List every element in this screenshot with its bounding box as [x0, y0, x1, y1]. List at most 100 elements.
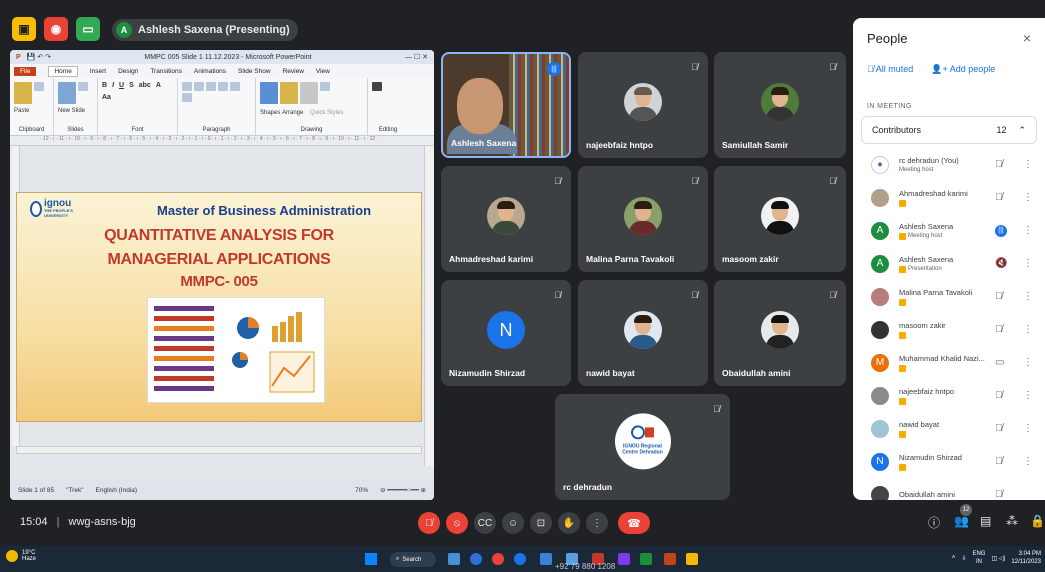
- group-font: B I U Sabc A Aa Font: [98, 78, 178, 135]
- layout-icon[interactable]: [78, 82, 88, 91]
- chevron-up-icon[interactable]: ˄: [952, 555, 956, 561]
- browser-icon[interactable]: [514, 553, 526, 565]
- new-slide-icon[interactable]: [58, 82, 76, 104]
- person-name: Obaidullah amini: [899, 490, 955, 499]
- excel-icon[interactable]: [640, 553, 652, 565]
- tile-nizamudin-shirzad[interactable]: 🎙̸ N Nizamudin Shirzad: [441, 280, 571, 386]
- top-bar: ▣ ◉ ▭ A Ashlesh Saxena (Presenting): [0, 0, 850, 46]
- tab-file[interactable]: File: [14, 66, 37, 76]
- more-options-icon[interactable]: ⋮: [1023, 258, 1033, 269]
- list-item[interactable]: nawid bayat 🎙̸ ⋮: [853, 412, 1045, 445]
- more-options-icon[interactable]: ⋮: [1023, 291, 1033, 302]
- present-screen-icon[interactable]: ▭: [76, 17, 100, 41]
- arrange-icon[interactable]: [280, 82, 298, 104]
- activities-icon[interactable]: ⁂: [1006, 514, 1018, 528]
- horizontal-scrollbar[interactable]: [16, 446, 422, 454]
- language-code[interactable]: ENG: [972, 551, 985, 557]
- avatar: A: [871, 254, 889, 273]
- record-icon[interactable]: ◉: [44, 17, 68, 41]
- file-explorer-icon[interactable]: [686, 553, 698, 565]
- mic-off-icon: 🎙̸: [691, 176, 698, 186]
- more-options-icon[interactable]: ⋮: [1023, 357, 1033, 368]
- more-options-icon[interactable]: ⋮: [1023, 423, 1033, 434]
- list-item[interactable]: masoom zakir 🎙̸ ⋮: [853, 313, 1045, 346]
- all-muted-button[interactable]: 🎙̸ All muted: [867, 64, 913, 75]
- list-item[interactable]: Malina Parna Tavakoli 🎙̸ ⋮: [853, 280, 1045, 313]
- more-options-icon[interactable]: ⋮: [1023, 324, 1033, 335]
- raise-hand-button[interactable]: ✋: [558, 512, 580, 534]
- people-icon[interactable]: 👥: [954, 514, 969, 528]
- google-meet-window: ▣ ◉ ▭ A Ashlesh Saxena (Presenting) P 💾 …: [0, 0, 1045, 572]
- app-icon-4[interactable]: [618, 553, 630, 565]
- info-icon[interactable]: ⓘ: [928, 514, 940, 531]
- presentation-tile[interactable]: P 💾 ↶ ↷ MMPC 005 Slide 1 11.12.2023 - Mi…: [10, 50, 434, 500]
- tab-view[interactable]: View: [316, 68, 330, 75]
- camera-toggle-button[interactable]: ⦸: [446, 512, 468, 534]
- more-options-icon[interactable]: ⋮: [1023, 159, 1033, 170]
- tab-animations[interactable]: Animations: [194, 68, 226, 75]
- list-item[interactable]: ◉ rc dehradun (You) Meeting host 🎙̸ ⋮: [853, 148, 1045, 181]
- list-item[interactable]: A Ashlesh Saxena Presentation 🔇 ⋮: [853, 247, 1045, 280]
- task-view-icon[interactable]: [448, 553, 460, 565]
- reactions-button[interactable]: ☺: [502, 512, 524, 534]
- add-people-button[interactable]: 👤+ Add people: [931, 64, 995, 75]
- vertical-scrollbar[interactable]: [424, 146, 434, 466]
- pip-icon[interactable]: ▣: [12, 17, 36, 41]
- powerpoint-icon[interactable]: [664, 553, 676, 565]
- quick-styles-icon[interactable]: [300, 82, 318, 104]
- tile-ashlesh-saxena[interactable]: ||| Ashlesh Saxena: [441, 52, 571, 158]
- panel-title: People: [867, 30, 908, 46]
- list-item[interactable]: N Nizamudin Shirzad 🎙̸ ⋮: [853, 445, 1045, 478]
- tile-ahmadreshad-karimi[interactable]: 🎙̸ Ahmadreshad karimi: [441, 166, 571, 272]
- more-options-button[interactable]: ⋮: [586, 512, 608, 534]
- tab-transitions[interactable]: Transitions: [150, 68, 182, 75]
- app-icon-1[interactable]: [540, 553, 552, 565]
- list-item[interactable]: najeebfaiz hntpo 🎙̸ ⋮: [853, 379, 1045, 412]
- list-item[interactable]: Ahmadreshad karimi 🎙̸ ⋮: [853, 181, 1045, 214]
- quick-styles-label: Quick Styles: [310, 110, 344, 116]
- chat-icon[interactable]: ▤: [980, 514, 991, 528]
- chrome-icon[interactable]: [492, 553, 504, 565]
- tab-insert[interactable]: Insert: [90, 68, 106, 75]
- zoom-slider-icon[interactable]: ⊖ ━━━━━○━━ ⊕: [380, 486, 426, 494]
- chevron-up-icon[interactable]: ⌃: [1018, 125, 1026, 136]
- present-button[interactable]: ⊡: [530, 512, 552, 534]
- tile-malina-parna-tavakoli[interactable]: 🎙̸ Malina Parna Tavakoli: [578, 166, 708, 272]
- start-icon[interactable]: [365, 553, 377, 565]
- tile-masoom-zakir[interactable]: 🎙̸ masoom zakir: [714, 166, 846, 272]
- tab-review[interactable]: Review: [283, 68, 304, 75]
- cut-icon[interactable]: [34, 82, 44, 91]
- tile-obaidullah-amini[interactable]: 🎙̸ Obaidullah amini: [714, 280, 846, 386]
- tab-home[interactable]: Home: [48, 65, 78, 77]
- tile-nawid-bayat[interactable]: 🎙̸ nawid bayat: [578, 280, 708, 386]
- mic-toggle-button[interactable]: 🎙̸: [418, 512, 440, 534]
- list-item[interactable]: M Muhammad Khalid Nazi... ▭ ⋮: [853, 346, 1045, 379]
- shapes-icon[interactable]: [260, 82, 278, 104]
- host-controls-icon[interactable]: 🔒: [1030, 514, 1045, 528]
- tab-slide-show[interactable]: Slide Show: [238, 68, 271, 75]
- edge-icon[interactable]: [470, 553, 482, 565]
- more-options-icon[interactable]: ⋮: [1023, 390, 1033, 401]
- tile-najeebfaiz-hntpo[interactable]: 🎙̸ najeebfaiz hntpo: [578, 52, 708, 158]
- find-icon[interactable]: [372, 82, 382, 91]
- list-item[interactable]: Obaidullah amini 🎙̸: [853, 478, 1045, 500]
- shapes-label: Shapes: [260, 110, 281, 116]
- list-item[interactable]: A Ashlesh Saxena Meeting host ||| ⋮: [853, 214, 1045, 247]
- zoom-level[interactable]: 70%: [355, 487, 368, 494]
- close-icon[interactable]: ×: [1023, 30, 1031, 46]
- weather-widget[interactable]: 19°C Haze: [6, 550, 36, 562]
- end-call-button[interactable]: ☎: [618, 512, 650, 534]
- tile-samiullah-samir[interactable]: 🎙̸ Samiullah Samir: [714, 52, 846, 158]
- slide-canvas[interactable]: ignou THE PEOPLE'S UNIVERSITY Master of B…: [16, 192, 422, 422]
- paste-icon[interactable]: [14, 82, 32, 104]
- more-options-icon[interactable]: ⋮: [1023, 192, 1033, 203]
- contributors-section[interactable]: Contributors 12 ⌃: [861, 116, 1037, 144]
- more-options-icon[interactable]: ⋮: [1023, 225, 1033, 236]
- tab-design[interactable]: Design: [118, 68, 138, 75]
- captions-button[interactable]: CC: [474, 512, 496, 534]
- more-options-icon[interactable]: ⋮: [1023, 456, 1033, 467]
- taskbar-search[interactable]: ⌕ Search: [390, 552, 436, 567]
- wifi-volume-icon[interactable]: ◫ ◁): [991, 555, 1005, 562]
- quick-access-icon: 💾 ↶ ↷: [26, 54, 52, 61]
- tile-rc-dehradun[interactable]: 🎙̸ IGNOU Regional Centre Dehradun rc deh…: [555, 394, 730, 500]
